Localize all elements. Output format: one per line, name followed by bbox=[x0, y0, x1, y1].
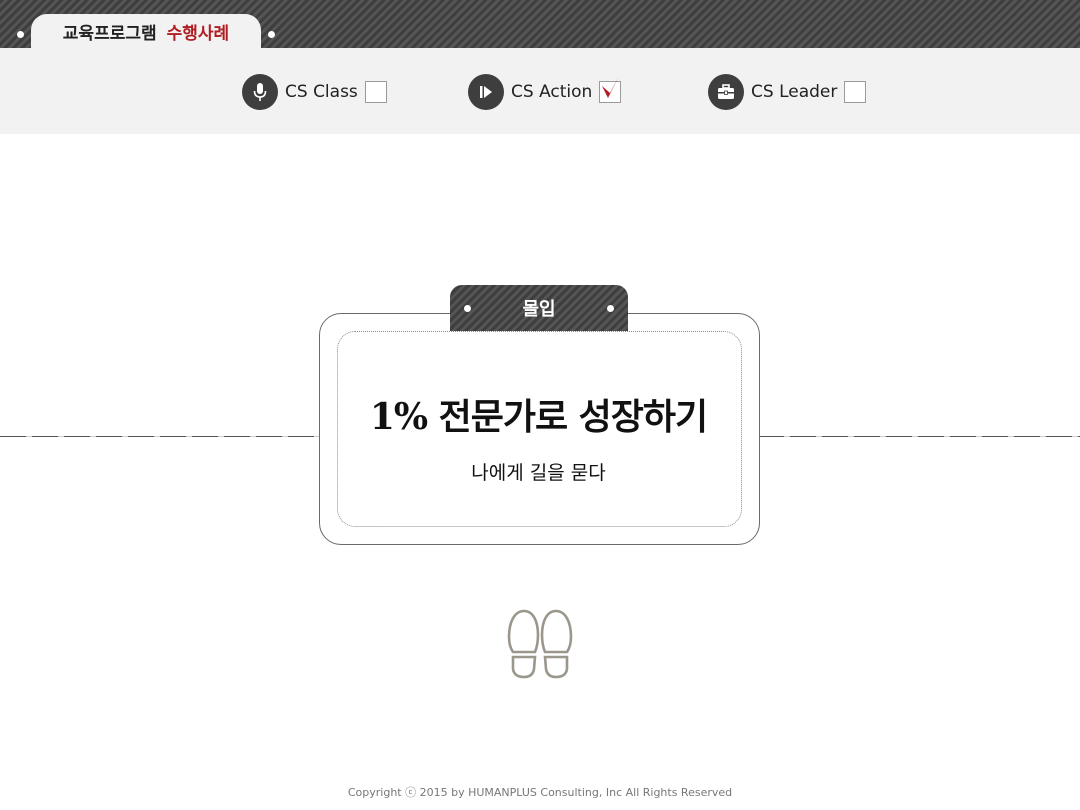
nav-item-cs-class[interactable]: CS Class bbox=[242, 74, 387, 110]
section-tab[interactable]: 교육프로그램 수행사례 bbox=[31, 14, 261, 49]
footprints-icon bbox=[505, 608, 575, 684]
nav-label: CS Class bbox=[285, 82, 358, 102]
microphone-icon bbox=[242, 74, 278, 110]
nav-item-cs-action[interactable]: CS Action bbox=[468, 74, 622, 110]
nav-item-cs-leader[interactable]: CS Leader bbox=[708, 74, 867, 110]
nav-label: CS Leader bbox=[751, 82, 838, 102]
divider-right-dots bbox=[758, 436, 1080, 437]
briefcase-icon bbox=[708, 74, 744, 110]
decor-dot bbox=[607, 305, 614, 312]
card-tab: 몰입 bbox=[450, 285, 628, 331]
card-tab-label: 몰입 bbox=[522, 299, 556, 320]
tab-title-primary: 교육프로그램 bbox=[62, 24, 157, 44]
cs-action-checkbox[interactable] bbox=[599, 76, 622, 103]
cs-leader-checkbox[interactable] bbox=[844, 81, 867, 103]
decor-dot bbox=[464, 305, 471, 312]
decor-dot bbox=[268, 31, 275, 38]
copyright-text: Copyright ⓒ 2015 by HUMANPLUS Consulting… bbox=[347, 786, 733, 799]
decor-dot bbox=[17, 31, 24, 38]
tab-title-highlight: 수행사례 bbox=[166, 24, 230, 44]
play-icon bbox=[468, 74, 504, 110]
page-subtitle: 나에게 길을 묻다 bbox=[471, 462, 606, 484]
page-title: 1% 전문가로 성장하기 bbox=[369, 396, 708, 438]
cs-class-checkbox[interactable] bbox=[364, 81, 387, 103]
divider-left-dots bbox=[0, 436, 320, 437]
program-nav: CS Class CS Action CS Leader bbox=[0, 48, 1080, 134]
nav-label: CS Action bbox=[511, 82, 593, 102]
checkmark-icon bbox=[602, 76, 620, 98]
